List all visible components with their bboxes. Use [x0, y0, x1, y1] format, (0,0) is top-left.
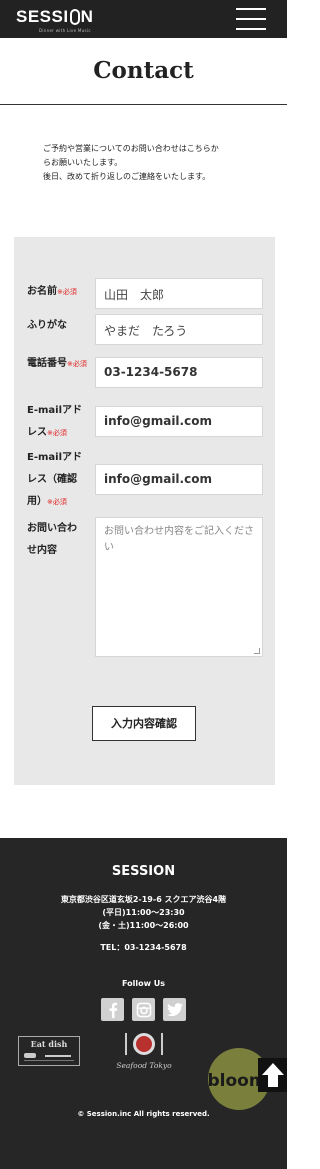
message-textarea[interactable]: お問い合わせ内容をご記入ください	[95, 517, 263, 657]
phone-label: 電話番号※必須	[27, 358, 87, 369]
required-mark: ※必須	[47, 429, 67, 437]
facebook-icon[interactable]	[101, 998, 124, 1021]
message-placeholder: お問い合わせ内容をご記入ください	[104, 526, 254, 553]
footer-tel[interactable]: TEL：03-1234-5678	[0, 942, 287, 953]
logo-tagline: Dinner with Live Music	[39, 28, 91, 33]
email-confirm-input[interactable]: info@gmail.com	[95, 464, 263, 495]
intro-text: ご予約や営業についてのお問い合わせはこちらか らお願いいたします。 後日、改めて…	[43, 142, 253, 184]
phone-input[interactable]: 03-1234-5678	[95, 357, 263, 388]
hamburger-menu-icon[interactable]	[236, 8, 266, 30]
follow-us-heading: Follow Us	[121, 979, 166, 988]
email-input[interactable]: info@gmail.com	[95, 406, 263, 437]
site-logo[interactable]: SESSI N	[16, 8, 93, 26]
page-title: Contact	[93, 57, 194, 84]
logo-text-left: SESSI	[16, 7, 69, 26]
name-input[interactable]: 山田 太郎	[95, 278, 263, 309]
furigana-input[interactable]: やまだ たろう	[95, 314, 263, 345]
site-footer: SESSION 東京都渋谷区道玄坂2-19-6 スクエア渋谷4階 (平日)11:…	[0, 838, 287, 1169]
resize-handle[interactable]	[254, 648, 260, 654]
confirm-button[interactable]: 入力内容確認	[92, 706, 196, 741]
svg-text:Seafood Tokyo: Seafood Tokyo	[116, 1061, 172, 1070]
message-label: お問い合わ せ内容	[27, 523, 77, 556]
eat-dish-logo[interactable]: Eat dish	[18, 1036, 80, 1066]
copyright: © Session.inc All rights reserved.	[77, 1110, 210, 1118]
svg-text:Eat dish: Eat dish	[31, 1039, 68, 1049]
email-confirm-label: E-mailアド レス（確認 用）※必須	[27, 452, 83, 507]
intro-line: ご予約や営業についてのお問い合わせはこちらか	[43, 144, 219, 153]
furigana-label: ふりがな	[27, 320, 67, 331]
required-mark: ※必須	[47, 498, 67, 506]
twitter-icon[interactable]	[163, 998, 186, 1021]
mic-icon	[69, 9, 80, 25]
required-mark: ※必須	[57, 288, 77, 296]
email-label: E-mailアド レス※必須	[27, 405, 83, 438]
footer-address: 東京都渋谷区道玄坂2-19-6 スクエア渋谷4階 (平日)11:00〜23:30…	[60, 895, 227, 930]
required-mark: ※必須	[67, 360, 87, 368]
title-divider	[0, 104, 287, 105]
seafood-tokyo-logo[interactable]: Seafood Tokyo	[112, 1030, 176, 1074]
site-header: SESSI N Dinner with Live Music	[0, 0, 287, 38]
intro-line: 後日、改めて折り返しのご連絡をいたします。	[43, 172, 211, 181]
instagram-icon[interactable]	[132, 998, 155, 1021]
name-label: お名前※必須	[27, 286, 77, 297]
intro-line: らお願いいたします。	[43, 158, 123, 167]
logo-text-right: N	[80, 7, 94, 26]
back-to-top-arrow-icon[interactable]	[258, 1058, 287, 1092]
footer-brand: SESSION	[111, 864, 176, 879]
